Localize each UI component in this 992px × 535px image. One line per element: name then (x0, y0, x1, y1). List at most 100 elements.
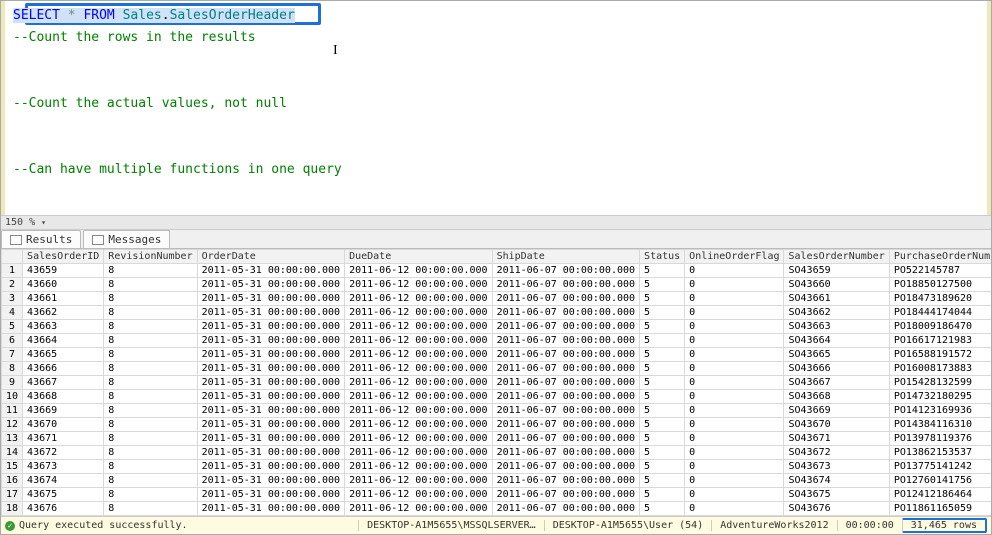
cell[interactable]: 2011-06-12 00:00:00.000 (345, 446, 492, 460)
cell[interactable]: 8 (104, 292, 197, 306)
sql-line-1[interactable]: SELECT * FROM Sales.SalesOrderHeader (13, 5, 979, 27)
cell[interactable]: 2011-05-31 00:00:00.000 (197, 488, 344, 502)
cell[interactable]: SO43667 (784, 376, 889, 390)
cell[interactable]: 5 (640, 376, 685, 390)
cell[interactable]: 43673 (23, 460, 104, 474)
cell[interactable]: 43659 (23, 264, 104, 278)
cell[interactable]: 5 (640, 348, 685, 362)
cell[interactable]: 5 (640, 404, 685, 418)
cell[interactable]: 5 (640, 320, 685, 334)
cell[interactable]: PO13978119376 (889, 432, 991, 446)
cell[interactable]: 2011-05-31 00:00:00.000 (197, 362, 344, 376)
cell[interactable]: PO12760141756 (889, 474, 991, 488)
table-row[interactable]: 124367082011-05-31 00:00:00.0002011-06-1… (2, 418, 992, 432)
cell[interactable]: 2011-06-07 00:00:00.000 (492, 264, 639, 278)
cell[interactable]: 2011-06-12 00:00:00.000 (345, 306, 492, 320)
cell[interactable]: PO522145787 (889, 264, 991, 278)
cell[interactable]: PO18009186470 (889, 320, 991, 334)
table-row[interactable]: 134367182011-05-31 00:00:00.0002011-06-1… (2, 432, 992, 446)
cell[interactable]: 2011-05-31 00:00:00.000 (197, 292, 344, 306)
cell[interactable]: 2011-06-07 00:00:00.000 (492, 474, 639, 488)
cell[interactable]: 2011-05-31 00:00:00.000 (197, 348, 344, 362)
cell[interactable]: 43666 (23, 362, 104, 376)
cell[interactable]: 7 (2, 348, 23, 362)
cell[interactable]: 8 (104, 320, 197, 334)
cell[interactable]: 2011-06-07 00:00:00.000 (492, 348, 639, 362)
table-row[interactable]: 24366082011-05-31 00:00:00.0002011-06-12… (2, 278, 992, 292)
table-row[interactable]: 184367682011-05-31 00:00:00.0002011-06-1… (2, 502, 992, 516)
cell[interactable]: 8 (104, 502, 197, 516)
cell[interactable]: SO43660 (784, 278, 889, 292)
cell[interactable]: 8 (104, 432, 197, 446)
cell[interactable]: 0 (685, 278, 784, 292)
cell[interactable]: PO12412186464 (889, 488, 991, 502)
cell[interactable]: 5 (640, 264, 685, 278)
cell[interactable]: 2011-06-12 00:00:00.000 (345, 320, 492, 334)
cell[interactable]: 5 (640, 460, 685, 474)
cell[interactable]: 0 (685, 362, 784, 376)
cell[interactable]: 2011-06-07 00:00:00.000 (492, 432, 639, 446)
cell[interactable]: 5 (640, 306, 685, 320)
cell[interactable]: 2011-05-31 00:00:00.000 (197, 390, 344, 404)
cell[interactable]: 2011-06-07 00:00:00.000 (492, 278, 639, 292)
query-editor[interactable]: SELECT * FROM Sales.SalesOrderHeader --C… (1, 1, 991, 215)
cell[interactable]: PO14123169936 (889, 404, 991, 418)
cell[interactable]: 0 (685, 460, 784, 474)
cell[interactable]: SO43665 (784, 348, 889, 362)
table-row[interactable]: 84366682011-05-31 00:00:00.0002011-06-12… (2, 362, 992, 376)
cell[interactable]: 15 (2, 460, 23, 474)
table-row[interactable]: 54366382011-05-31 00:00:00.0002011-06-12… (2, 320, 992, 334)
cell[interactable]: 2 (2, 278, 23, 292)
cell[interactable]: 12 (2, 418, 23, 432)
cell[interactable]: 0 (685, 320, 784, 334)
cell[interactable]: SO43676 (784, 502, 889, 516)
table-row[interactable]: 174367582011-05-31 00:00:00.0002011-06-1… (2, 488, 992, 502)
table-row[interactable]: 164367482011-05-31 00:00:00.0002011-06-1… (2, 474, 992, 488)
col-header[interactable]: Status (640, 250, 685, 264)
table-row[interactable]: 104366882011-05-31 00:00:00.0002011-06-1… (2, 390, 992, 404)
table-row[interactable]: 94366782011-05-31 00:00:00.0002011-06-12… (2, 376, 992, 390)
cell[interactable]: 0 (685, 446, 784, 460)
cell[interactable]: 2011-06-07 00:00:00.000 (492, 376, 639, 390)
cell[interactable]: 8 (104, 474, 197, 488)
cell[interactable]: 4 (2, 306, 23, 320)
cell[interactable]: 2011-06-07 00:00:00.000 (492, 334, 639, 348)
cell[interactable]: 2011-06-12 00:00:00.000 (345, 376, 492, 390)
cell[interactable]: 43663 (23, 320, 104, 334)
cell[interactable]: 2011-05-31 00:00:00.000 (197, 334, 344, 348)
cell[interactable]: 8 (104, 362, 197, 376)
cell[interactable]: 2011-06-12 00:00:00.000 (345, 362, 492, 376)
cell[interactable]: 2011-06-12 00:00:00.000 (345, 334, 492, 348)
cell[interactable]: 6 (2, 334, 23, 348)
cell[interactable]: 43676 (23, 502, 104, 516)
cell[interactable]: 2011-06-07 00:00:00.000 (492, 390, 639, 404)
cell[interactable]: 0 (685, 432, 784, 446)
col-header[interactable]: RevisionNumber (104, 250, 197, 264)
cell[interactable]: 43672 (23, 446, 104, 460)
cell[interactable]: 8 (104, 404, 197, 418)
cell[interactable]: 2011-06-12 00:00:00.000 (345, 264, 492, 278)
col-header[interactable]: ShipDate (492, 250, 639, 264)
cell[interactable]: 5 (640, 390, 685, 404)
cell[interactable]: 2011-06-12 00:00:00.000 (345, 292, 492, 306)
cell[interactable]: 2011-06-12 00:00:00.000 (345, 390, 492, 404)
results-table[interactable]: SalesOrderIDRevisionNumberOrderDateDueDa… (1, 249, 991, 516)
table-row[interactable]: 74366582011-05-31 00:00:00.0002011-06-12… (2, 348, 992, 362)
table-row[interactable]: 14365982011-05-31 00:00:00.0002011-06-12… (2, 264, 992, 278)
comment-1[interactable]: --Count the rows in the results (13, 27, 979, 49)
cell[interactable]: 8 (104, 390, 197, 404)
cell[interactable]: 13 (2, 432, 23, 446)
cell[interactable]: 8 (2, 362, 23, 376)
cell[interactable]: PO16588191572 (889, 348, 991, 362)
cell[interactable]: PO14384116310 (889, 418, 991, 432)
table-row[interactable]: 154367382011-05-31 00:00:00.0002011-06-1… (2, 460, 992, 474)
results-grid[interactable]: SalesOrderIDRevisionNumberOrderDateDueDa… (1, 249, 991, 516)
cell[interactable]: 8 (104, 446, 197, 460)
cell[interactable]: 0 (685, 404, 784, 418)
cell[interactable]: 16 (2, 474, 23, 488)
comment-3[interactable]: --Can have multiple functions in one que… (13, 159, 979, 181)
cell[interactable]: 2011-06-07 00:00:00.000 (492, 418, 639, 432)
cell[interactable]: 2011-05-31 00:00:00.000 (197, 306, 344, 320)
cell[interactable]: 2011-06-07 00:00:00.000 (492, 362, 639, 376)
cell[interactable]: SO43662 (784, 306, 889, 320)
